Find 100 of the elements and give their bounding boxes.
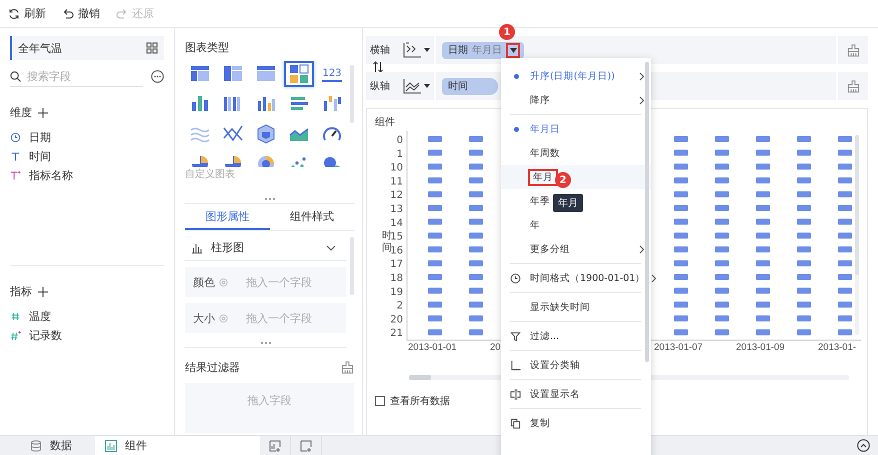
toolbar-button[interactable]: 撤销 (62, 6, 100, 21)
field-item[interactable]: 日期 (29, 130, 51, 145)
property-tab[interactable]: 组件样式 (270, 204, 354, 230)
search-icon (10, 70, 21, 82)
caret-icon (424, 48, 430, 52)
text-type-icon (10, 170, 21, 181)
field-item[interactable]: 指标名称 (29, 168, 73, 183)
scrollbar[interactable] (645, 62, 649, 362)
y-axis-title: 时间 (382, 230, 392, 254)
y-axis-label: 20 (390, 314, 403, 326)
y-axis-label: 13 (390, 204, 403, 215)
collapse-icon[interactable] (857, 439, 870, 452)
property-tab[interactable]: 图形属性 (185, 204, 270, 230)
y-axis-label: 2 (396, 300, 403, 312)
y-axis-label: 1 (396, 148, 403, 160)
checkbox-label[interactable]: 查看所有数据 (390, 394, 450, 408)
chart-icon (105, 440, 117, 452)
y-axis-label: 12 (390, 190, 403, 202)
hash-icon (10, 311, 21, 322)
field-pill[interactable]: 日期 年月日 (442, 42, 524, 58)
menu-item[interactable]: 年周数 (528, 146, 562, 160)
menu-item[interactable]: 复制 (528, 416, 552, 430)
clock-icon (510, 272, 521, 284)
y-axis-label: 11 (390, 176, 403, 188)
y-axis-label: 10 (390, 162, 403, 174)
mark-drop-row[interactable]: 颜色 拖入一个字段 (185, 267, 346, 297)
axis-label: 横轴 (369, 44, 391, 57)
y-axis-label: 16 (390, 245, 403, 256)
settings-icon (219, 278, 228, 286)
step-badge: 1 (499, 24, 515, 40)
section-title: 图表类型 (185, 40, 230, 55)
field-pill[interactable]: 时间 (442, 78, 498, 94)
bottom-tab[interactable]: 数据 (20, 436, 95, 455)
x-axis-label: 20 (490, 342, 501, 354)
switch-icon[interactable] (146, 42, 158, 54)
y-axis-label: 15 (390, 232, 403, 243)
mark-label: 大小 (193, 310, 215, 326)
clear-icon[interactable] (341, 361, 354, 374)
hash-icon (10, 330, 21, 341)
chart-type-icon[interactable] (288, 63, 310, 85)
menu-item[interactable]: 降序 (528, 92, 552, 108)
menu-item[interactable]: 时间格式（1900-01-01） (528, 270, 648, 286)
menu-item[interactable]: 年季 (528, 194, 552, 208)
settings-icon (219, 314, 228, 322)
x-axis-label: 2013-01-01 (408, 342, 457, 354)
mark-label: 颜色 (193, 274, 215, 290)
section-title: 指标 (10, 284, 32, 299)
section-title: 维度 (10, 105, 32, 120)
y-axis-label: 14 (390, 218, 403, 229)
search-field[interactable]: 搜索字段 (27, 70, 117, 82)
copy-icon (510, 418, 521, 428)
swap-icon[interactable] (372, 61, 384, 73)
y-axis-label: 18 (390, 273, 403, 284)
caret-icon (424, 84, 430, 88)
field-item[interactable]: 温度 (29, 309, 51, 324)
x-axis-label: 2013-01-07 (654, 342, 703, 354)
y-axis-label: 19 (390, 286, 403, 298)
toolbar-button[interactable]: 刷新 (8, 6, 46, 21)
rename-icon (510, 388, 521, 400)
clear-icon[interactable] (846, 44, 860, 56)
dataset-selector[interactable]: 全年气温 (10, 36, 164, 60)
mark-drop-row[interactable]: 大小 拖入一个字段 (185, 303, 346, 333)
drop-hint: 拖入一个字段 (246, 310, 312, 326)
menu-item[interactable]: 年 (528, 218, 542, 232)
card-title: 组件 (375, 116, 395, 129)
text-type-icon (10, 151, 21, 162)
section-title: 结果过滤器 (185, 360, 240, 375)
clear-icon[interactable] (846, 80, 860, 92)
more-icon[interactable] (151, 70, 164, 83)
bottom-tab[interactable]: 组件 (95, 436, 260, 455)
add-icon[interactable] (38, 108, 48, 118)
menu-item[interactable]: 过滤... (528, 328, 562, 344)
field-item[interactable]: 时间 (29, 149, 51, 164)
y-axis-label: 0 (396, 135, 403, 146)
redo-icon (116, 8, 128, 20)
chart-kind-dropdown[interactable]: 柱形图 (185, 235, 346, 261)
undo-icon (62, 8, 74, 20)
axis-label: 纵轴 (369, 80, 391, 93)
menu-item[interactable]: 设置分类轴 (528, 358, 582, 372)
clock-icon (10, 132, 21, 143)
menu-item[interactable]: 升序(日期(年月日)) (528, 68, 617, 84)
y-axis-label: 21 (390, 328, 403, 340)
axis-icon (510, 360, 521, 370)
menu-item[interactable]: 显示缺失时间 (528, 300, 592, 314)
caret-icon[interactable] (510, 48, 516, 52)
menu-item[interactable]: 年月日 (528, 122, 562, 136)
filter-icon (510, 330, 521, 342)
field-item[interactable]: 记录数 (29, 328, 62, 343)
menu-item[interactable]: 更多分组 (528, 242, 572, 256)
tooltip: 年月 (553, 194, 583, 212)
add-icon[interactable] (38, 286, 48, 296)
x-axis-label: 2013-01-09 (736, 342, 785, 354)
chevron-down-icon (326, 242, 336, 252)
checkbox[interactable] (375, 396, 385, 406)
drop-hint: 拖入一个字段 (246, 274, 312, 290)
database-icon (30, 440, 42, 452)
menu-item[interactable]: 设置显示名 (528, 386, 582, 402)
chart-type-icon[interactable] (255, 123, 277, 145)
scrollbar[interactable] (855, 135, 859, 335)
y-axis-label: 17 (390, 259, 403, 270)
